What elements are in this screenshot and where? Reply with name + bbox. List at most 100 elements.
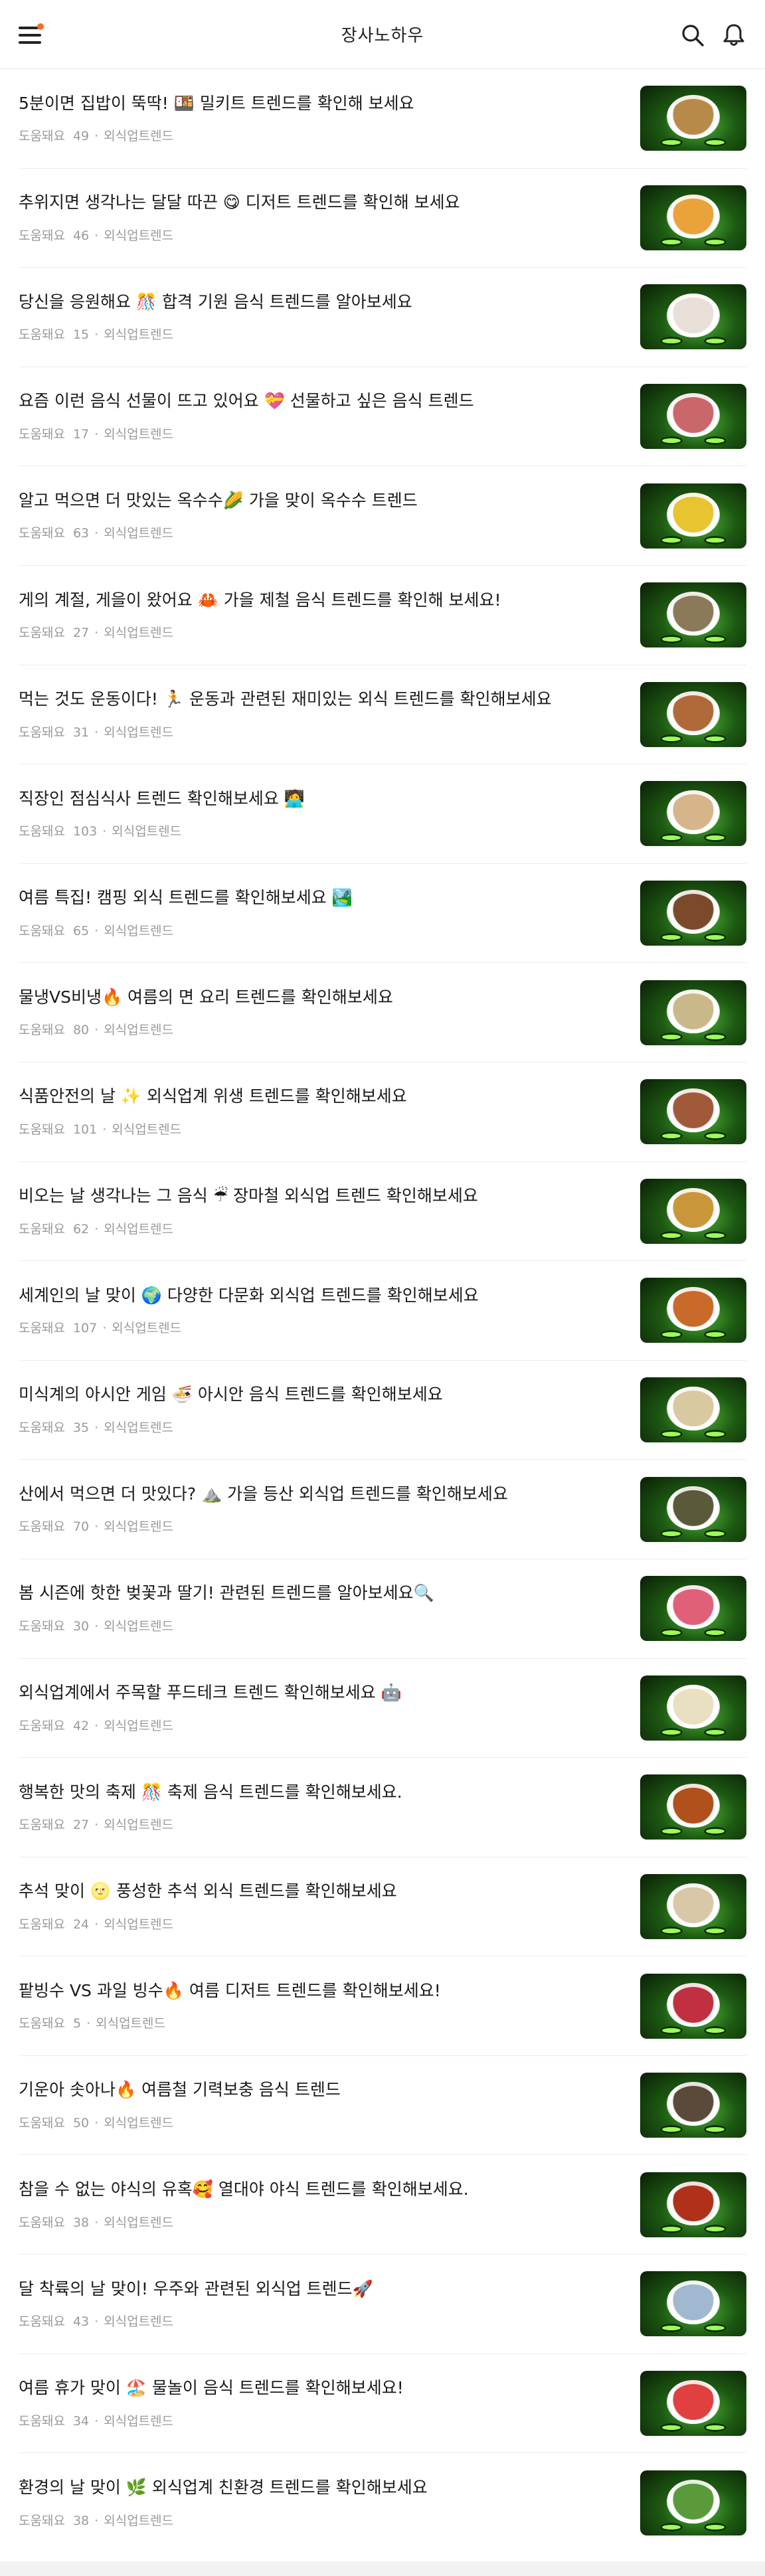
article-list-item[interactable]: 행복한 맛의 축제 🎊 축제 음식 트렌드를 확인해보세요. 도움돼요 27 · 외…: [19, 1758, 746, 1857]
article-meta: 도움돼요 50 · 외식업트렌드: [19, 2113, 624, 2131]
search-icon: [682, 25, 704, 46]
article-meta: 도움돼요 70 · 외식업트렌드: [19, 1517, 624, 1535]
helpful-count: 34: [72, 2413, 90, 2429]
article-list-item[interactable]: 알고 먹으면 더 맛있는 옥수수🌽 가을 맞이 옥수수 트렌드 도움돼요 63 ·…: [19, 466, 746, 566]
article-text: 물냉VS비냉🔥 여름의 면 요리 트렌드를 확인해보세요 도움돼요 80 · 외식업…: [19, 987, 640, 1039]
article-list-item[interactable]: 식품안전의 날 ✨ 외식업계 위생 트렌드를 확인해보세요 도움돼요 101 · 외…: [19, 1063, 746, 1162]
helpful-count: 80: [72, 1023, 90, 1038]
article-list-item[interactable]: 산에서 먹으면 더 맛있다? ⛰️ 가을 등산 외식업 트렌드를 확인해보세요 …: [19, 1460, 746, 1559]
article-list-item[interactable]: 여름 특집! 캠핑 외식 트렌드를 확인해보세요 🏞️ 도움돼요 65 · 외식업트…: [19, 864, 746, 964]
food-image: [667, 691, 720, 735]
article-category: 외식업트렌드: [96, 2016, 165, 2031]
helpful-label: 도움돼요: [19, 1321, 65, 1336]
article-list-item[interactable]: 팥빙수 VS 과일 빙수🔥 여름 디저트 트렌드를 확인해보세요! 도움돼요 5…: [19, 1956, 746, 2056]
meta-separator: ·: [94, 1818, 99, 1833]
article-category: 외식업트렌드: [112, 824, 182, 839]
meta-separator: ·: [94, 526, 99, 541]
green-glasses-icon: [704, 2324, 726, 2333]
green-glasses-icon: [660, 1132, 683, 1141]
page-title: 장사노하우: [341, 26, 424, 46]
article-title: 봄 시즌에 핫한 벚꽃과 딸기! 관련된 트렌드를 알아보세요🔍: [19, 1583, 434, 1603]
menu-button[interactable]: [19, 23, 44, 45]
article-list-item[interactable]: 세계인의 날 맞이 🌍 다양한 다문화 외식업 트렌드를 확인해보세요 도움돼요…: [19, 1261, 746, 1361]
helpful-count: 49: [72, 129, 90, 144]
article-list-item[interactable]: 추위지면 생각나는 달달 따끈 😋 디저트 트렌드를 확인해 보세요 도움돼요 …: [19, 169, 746, 268]
green-glasses-icon: [660, 2324, 683, 2333]
helpful-label: 도움돼요: [19, 2215, 65, 2230]
article-title: 세계인의 날 맞이 🌍 다양한 다문화 외식업 트렌드를 확인해보세요: [19, 1285, 479, 1305]
article-category: 외식업트렌드: [112, 1122, 182, 1137]
article-list-item[interactable]: 물냉VS비냉🔥 여름의 면 요리 트렌드를 확인해보세요 도움돼요 80 · 외식업…: [19, 963, 746, 1063]
food-image: [667, 1684, 720, 1729]
article-list-item[interactable]: 봄 시즌에 핫한 벚꽃과 딸기! 관련된 트렌드를 알아보세요🔍 도움돼요 30…: [19, 1559, 746, 1659]
helpful-count: 35: [72, 1420, 90, 1435]
article-thumbnail: [640, 681, 746, 747]
article-list-item[interactable]: 추석 맞이 🌝 풍성한 추석 외식 트렌드를 확인해보세요 도움돼요 24 · 외식…: [19, 1857, 746, 1957]
green-glasses-icon: [704, 1628, 726, 1638]
article-list-item[interactable]: 당신을 응원해요 🎊 합격 기원 음식 트렌드를 알아보세요 도움돼요 15 · 외…: [19, 268, 746, 367]
article-thumbnail: [640, 185, 746, 250]
article-list-item[interactable]: 비오는 날 생각나는 그 음식 ☔ 장마철 외식업 트렌드 확인해보세요 도움돼…: [19, 1162, 746, 1262]
article-list-item[interactable]: 먹는 것도 운동이다! 🏃 운동과 관련된 재미있는 외식 트렌드를 확인해보세…: [19, 665, 746, 765]
article-category: 외식업트렌드: [104, 2513, 174, 2528]
helpful-label: 도움돼요: [19, 1221, 65, 1237]
search-button[interactable]: [680, 23, 705, 48]
helpful-label: 도움돼요: [19, 2314, 65, 2330]
article-list-item[interactable]: 외식업계에서 주목할 푸드테크 트렌드 확인해보세요 🤖 도움돼요 42 · 외식업…: [19, 1659, 746, 1759]
article-category: 외식업트렌드: [104, 426, 174, 442]
article-list-item[interactable]: 직장인 점심식사 트렌드 확인해보세요 🧑‍💻 도움돼요 103 · 외식업트렌드: [19, 764, 746, 864]
hamburger-icon-bar: [19, 41, 41, 44]
article-text: 추석 맞이 🌝 풍성한 추석 외식 트렌드를 확인해보세요 도움돼요 24 · 외식…: [19, 1881, 640, 1932]
helpful-label: 도움돼요: [19, 824, 65, 839]
helpful-count: 30: [72, 1618, 90, 1634]
notification-button[interactable]: [721, 23, 746, 48]
helpful-count: 107: [72, 1321, 98, 1336]
green-glasses-icon: [704, 1430, 726, 1439]
article-thumbnail: [640, 2073, 746, 2138]
article-list-item[interactable]: 요즘 이런 음식 선물이 뜨고 있어요 💝 선물하고 싶은 음식 트렌드 도움돼…: [19, 367, 746, 467]
green-glasses-icon: [660, 635, 683, 644]
article-category: 외식업트렌드: [104, 526, 174, 541]
helpful-count: 65: [72, 923, 90, 938]
article-category: 외식업트렌드: [104, 1221, 174, 1237]
helpful-count: 62: [72, 1221, 90, 1237]
article-category: 외식업트렌드: [104, 228, 174, 243]
article-title: 참을 수 없는 야식의 유혹🥰 열대야 야식 트렌드를 확인해보세요.: [19, 2180, 469, 2199]
article-text: 추위지면 생각나는 달달 따끈 😋 디저트 트렌드를 확인해 보세요 도움돼요 …: [19, 192, 640, 244]
article-title: 여름 휴가 맞이 🏖️ 물놀이 음식 트렌드를 확인해보세요!: [19, 2378, 404, 2398]
green-glasses-icon: [660, 933, 683, 942]
article-thumbnail: [640, 1377, 746, 1443]
helpful-count: 101: [72, 1122, 98, 1137]
article-list-item[interactable]: 미식계의 아시안 게임 🍜 아시안 음식 트렌드를 확인해보세요 도움돼요 35…: [19, 1361, 746, 1460]
food-image: [667, 194, 720, 238]
meta-separator: ·: [94, 2413, 99, 2429]
article-title: 비오는 날 생각나는 그 음식 ☔ 장마철 외식업 트렌드 확인해보세요: [19, 1186, 478, 1206]
article-category: 외식업트렌드: [104, 1420, 174, 1435]
green-glasses-icon: [704, 1132, 726, 1141]
article-text: 산에서 먹으면 더 맛있다? ⛰️ 가을 등산 외식업 트렌드를 확인해보세요 …: [19, 1484, 640, 1535]
meta-separator: ·: [94, 1917, 99, 1932]
article-thumbnail: [640, 2370, 746, 2436]
green-glasses-icon: [660, 2423, 683, 2432]
article-title: 팥빙수 VS 과일 빙수🔥 여름 디저트 트렌드를 확인해보세요!: [19, 1980, 441, 2000]
article-list-item[interactable]: 5분이면 집밥이 뚝딱! 🍱 밀키트 트렌드를 확인해 보세요 도움돼요 49 ·…: [19, 69, 746, 169]
article-text: 직장인 점심식사 트렌드 확인해보세요 🧑‍💻 도움돼요 103 · 외식업트렌드: [19, 788, 640, 840]
article-meta: 도움돼요 15 · 외식업트렌드: [19, 325, 624, 343]
article-text: 알고 먹으면 더 맛있는 옥수수🌽 가을 맞이 옥수수 트렌드 도움돼요 63 ·…: [19, 490, 640, 542]
article-list-item[interactable]: 여름 휴가 맞이 🏖️ 물놀이 음식 트렌드를 확인해보세요! 도움돼요 34 ·…: [19, 2354, 746, 2454]
article-list-item[interactable]: 환경의 날 맞이 🌿 외식업계 친환경 트렌드를 확인해보세요 도움돼요 38 ·…: [19, 2453, 746, 2553]
green-glasses-icon: [704, 734, 726, 743]
article-list-item[interactable]: 달 착륙의 날 맞이! 우주와 관련된 외식업 트렌드🚀 도움돼요 43 · 외식업…: [19, 2255, 746, 2354]
helpful-label: 도움돼요: [19, 1122, 65, 1137]
article-list-item[interactable]: 참을 수 없는 야식의 유혹🥰 열대야 야식 트렌드를 확인해보세요. 도움돼요…: [19, 2155, 746, 2255]
article-list-item[interactable]: 게의 계절, 게을이 왔어요 🦀 가을 제철 음식 트렌드를 확인해 보세요! …: [19, 566, 746, 665]
green-glasses-icon: [704, 1529, 726, 1538]
article-thumbnail: [640, 1079, 746, 1145]
helpful-count: 24: [72, 1917, 90, 1932]
food-image: [667, 1585, 720, 1630]
helpful-label: 도움돼요: [19, 228, 65, 243]
green-glasses-icon: [704, 833, 726, 843]
article-list-item[interactable]: 기운아 솟아나🔥 여름철 기력보충 음식 트렌드 도움돼요 50 · 외식업트렌드: [19, 2056, 746, 2156]
green-glasses-icon: [660, 1032, 683, 1041]
article-title: 추위지면 생각나는 달달 따끈 😋 디저트 트렌드를 확인해 보세요: [19, 193, 460, 213]
